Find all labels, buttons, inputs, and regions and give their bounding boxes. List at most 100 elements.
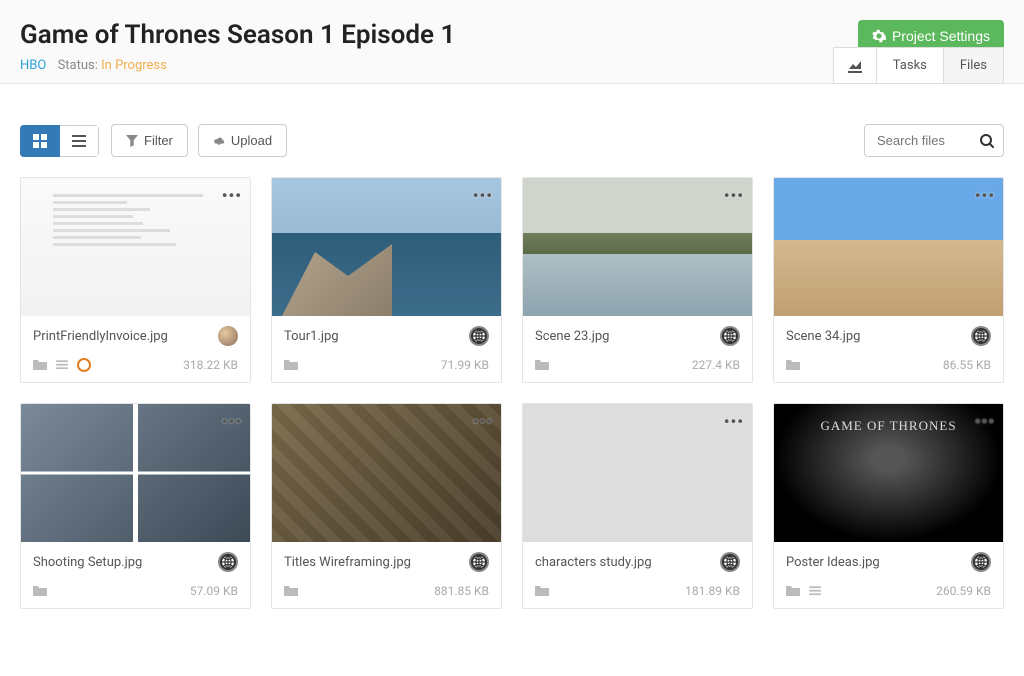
globe-icon[interactable] (971, 326, 991, 346)
file-card-body: Poster Ideas.jpg (774, 542, 1003, 578)
file-footer-icons (33, 358, 91, 372)
file-card-body: Scene 23.jpg (523, 316, 752, 352)
file-card[interactable]: ••• Scene 34.jpg 86.55 KB (773, 177, 1004, 383)
file-card-body: characters study.jpg (523, 542, 752, 578)
card-menu-icon[interactable]: ••• (473, 186, 493, 205)
file-card[interactable]: ••• PrintFriendlyInvoice.jpg 318.22 KB (20, 177, 251, 383)
list-view-button[interactable] (60, 125, 99, 157)
filter-icon (126, 135, 138, 147)
globe-icon[interactable] (469, 552, 489, 572)
file-name: Scene 34.jpg (786, 329, 860, 344)
file-name: Scene 23.jpg (535, 329, 609, 344)
search-icon (980, 134, 994, 148)
file-card[interactable]: ••• Shooting Setup.jpg 57.09 KB (20, 403, 251, 609)
file-card-footer: 260.59 KB (774, 578, 1003, 608)
file-footer-icons (535, 584, 549, 598)
file-thumbnail[interactable]: ••• (21, 404, 250, 542)
file-card[interactable]: ••• characters study.jpg 181.89 KB (522, 403, 753, 609)
file-card[interactable]: ••• Poster Ideas.jpg 260.59 KB (773, 403, 1004, 609)
globe-icon[interactable] (971, 552, 991, 572)
file-card-body: Shooting Setup.jpg (21, 542, 250, 578)
upload-icon (213, 135, 225, 147)
lines-icon[interactable] (808, 584, 822, 598)
file-card[interactable]: ••• Tour1.jpg 71.99 KB (271, 177, 502, 383)
globe-icon[interactable] (469, 326, 489, 346)
file-thumbnail[interactable]: ••• (523, 178, 752, 316)
grid-icon (33, 134, 47, 148)
file-footer-icons (535, 358, 549, 372)
file-card-body: Titles Wireframing.jpg (272, 542, 501, 578)
file-thumbnail[interactable]: ••• (21, 178, 250, 316)
card-menu-icon[interactable]: ••• (473, 412, 493, 431)
org-link[interactable]: HBO (20, 58, 46, 73)
folder-icon[interactable] (284, 358, 298, 372)
tab-chart[interactable] (833, 47, 877, 84)
file-card[interactable]: ••• Scene 23.jpg 227.4 KB (522, 177, 753, 383)
file-thumbnail[interactable]: ••• (272, 404, 501, 542)
file-thumbnail[interactable]: ••• (774, 404, 1003, 542)
file-card-body: PrintFriendlyInvoice.jpg (21, 316, 250, 352)
upload-button[interactable]: Upload (198, 124, 287, 157)
header-tabs: Tasks Files (833, 47, 1004, 84)
file-name: Shooting Setup.jpg (33, 555, 142, 570)
file-footer-icons (284, 358, 298, 372)
file-footer-icons (33, 584, 47, 598)
file-size: 71.99 KB (441, 358, 489, 372)
page-title: Game of Thrones Season 1 Episode 1 (20, 20, 1004, 50)
file-size: 86.55 KB (943, 358, 991, 372)
circle-icon[interactable] (77, 358, 91, 372)
folder-icon[interactable] (535, 358, 549, 372)
folder-icon[interactable] (786, 358, 800, 372)
filter-button[interactable]: Filter (111, 124, 188, 157)
folder-icon[interactable] (284, 584, 298, 598)
card-menu-icon[interactable]: ••• (975, 186, 995, 205)
file-size: 181.89 KB (685, 584, 740, 598)
file-card-footer: 86.55 KB (774, 352, 1003, 382)
file-footer-icons (786, 358, 800, 372)
card-menu-icon[interactable]: ••• (222, 186, 242, 205)
folder-icon[interactable] (33, 358, 47, 372)
file-size: 227.4 KB (692, 358, 740, 372)
file-name: characters study.jpg (535, 555, 652, 570)
file-size: 57.09 KB (190, 584, 238, 598)
grid-view-button[interactable] (20, 125, 60, 157)
file-card[interactable]: ••• Titles Wireframing.jpg 881.85 KB (271, 403, 502, 609)
file-grid: ••• PrintFriendlyInvoice.jpg 318.22 KB ••• T… (20, 177, 1004, 609)
file-card-footer: 57.09 KB (21, 578, 250, 608)
file-card-body: Tour1.jpg (272, 316, 501, 352)
gear-icon (872, 29, 886, 43)
content: Filter Upload ••• PrintFriendlyInvoice.jp… (0, 84, 1024, 629)
status-label: Status: (58, 58, 98, 73)
lines-icon[interactable] (55, 358, 69, 372)
globe-icon[interactable] (720, 326, 740, 346)
chart-icon (848, 59, 862, 73)
folder-icon[interactable] (33, 584, 47, 598)
toolbar: Filter Upload (20, 124, 1004, 157)
tab-tasks[interactable]: Tasks (877, 47, 944, 84)
file-footer-icons (284, 584, 298, 598)
globe-icon[interactable] (720, 552, 740, 572)
card-menu-icon[interactable]: ••• (975, 412, 995, 431)
folder-icon[interactable] (535, 584, 549, 598)
file-thumbnail[interactable]: ••• (523, 404, 752, 542)
file-card-footer: 181.89 KB (523, 578, 752, 608)
file-size: 881.85 KB (434, 584, 489, 598)
page-header: Game of Thrones Season 1 Episode 1 HBO S… (0, 0, 1024, 84)
file-card-body: Scene 34.jpg (774, 316, 1003, 352)
card-menu-icon[interactable]: ••• (724, 412, 744, 431)
folder-icon[interactable] (786, 584, 800, 598)
globe-icon[interactable] (218, 552, 238, 572)
file-size: 318.22 KB (183, 358, 238, 372)
file-name: PrintFriendlyInvoice.jpg (33, 329, 168, 344)
search-wrap (864, 124, 1004, 157)
file-thumbnail[interactable]: ••• (774, 178, 1003, 316)
user-avatar[interactable] (218, 326, 238, 346)
file-card-footer: 71.99 KB (272, 352, 501, 382)
card-menu-icon[interactable]: ••• (222, 412, 242, 431)
tab-files[interactable]: Files (944, 47, 1004, 84)
file-thumbnail[interactable]: ••• (272, 178, 501, 316)
status-value: In Progress (101, 58, 167, 73)
card-menu-icon[interactable]: ••• (724, 186, 744, 205)
file-card-footer: 318.22 KB (21, 352, 250, 382)
file-name: Poster Ideas.jpg (786, 555, 880, 570)
